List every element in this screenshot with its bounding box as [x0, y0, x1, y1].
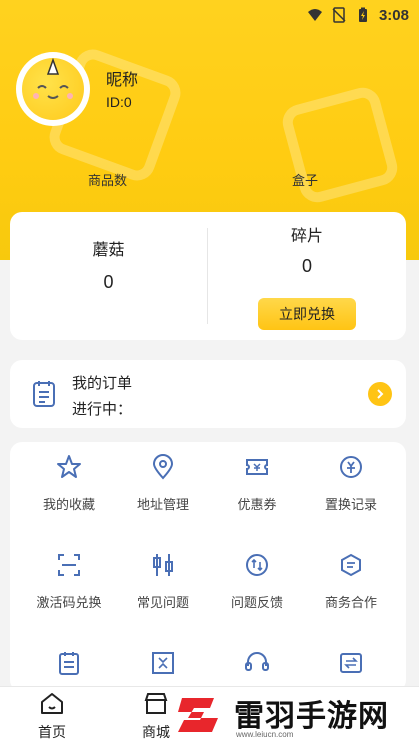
exchange-record-item[interactable]: 置换记录 — [304, 454, 398, 513]
swap-item[interactable] — [304, 650, 398, 676]
user-id: ID:0 — [106, 94, 132, 110]
business-item[interactable]: 商务合作 — [304, 552, 398, 611]
fragment-label: 碎片 — [290, 228, 323, 245]
business-label: 商务合作 — [324, 595, 377, 610]
nickname: 昵称 — [106, 72, 139, 89]
watermark-url: www.leiucn.com — [236, 730, 294, 739]
orders-status: 进行中： — [72, 401, 133, 418]
services-grid: 我的收藏 地址管理 优惠券 置换记录 激活码兑换 常见问题 问题反馈 商务合作 — [10, 442, 406, 692]
battery-icon — [358, 7, 367, 22]
grid-scan-item[interactable] — [116, 650, 210, 676]
feedback-label: 问题反馈 — [230, 595, 283, 610]
coupon-item[interactable]: 优惠券 — [210, 454, 304, 513]
coupon-label: 优惠券 — [237, 497, 277, 512]
watermark-logo-icon — [178, 698, 218, 732]
customer-service-item[interactable] — [210, 650, 304, 676]
favorites-item[interactable]: 我的收藏 — [22, 454, 116, 513]
exchange-record-label: 置换记录 — [324, 497, 377, 512]
box-count-label[interactable]: 盒子 — [292, 170, 318, 189]
address-item[interactable]: 地址管理 — [116, 454, 210, 513]
star-icon — [57, 455, 81, 478]
wallet-card: 蘑菇 0 碎片 0 立即兑换 — [10, 212, 406, 340]
clock: 3:08 — [378, 6, 409, 24]
grid-scan-icon — [152, 652, 174, 674]
tab-home-label: 首页 — [38, 724, 66, 740]
faq-item[interactable]: 常见问题 — [116, 552, 210, 611]
mascot-face-icon — [22, 57, 84, 120]
wifi-icon — [307, 9, 322, 21]
goods-count-label[interactable]: 商品数 — [88, 170, 127, 189]
watermark-text: 雷羽手游网 — [234, 699, 389, 734]
mushroom-label: 蘑菇 — [92, 242, 125, 259]
clipboard-item[interactable] — [22, 650, 116, 676]
avatar[interactable] — [16, 52, 90, 126]
location-pin-icon — [152, 454, 174, 480]
redeem-now-button[interactable]: 立即兑换 — [258, 298, 356, 330]
status-bar: 3:08 — [307, 4, 409, 26]
home-icon — [41, 693, 63, 714]
feedback-icon — [246, 554, 268, 576]
my-orders-card[interactable]: 我的订单 进行中： — [10, 360, 406, 428]
coupon-icon — [246, 459, 268, 475]
scan-code-icon — [58, 554, 80, 576]
site-watermark: 雷羽手游网 www.leiucn.com — [172, 682, 418, 744]
fragment-value: 0 — [301, 256, 312, 276]
order-list-icon — [33, 381, 55, 407]
address-label: 地址管理 — [136, 497, 189, 512]
business-icon — [341, 553, 361, 577]
question-list-icon — [153, 554, 173, 576]
tab-home[interactable]: 首页 — [22, 691, 82, 742]
mushroom-value: 0 — [103, 272, 114, 292]
favorites-label: 我的收藏 — [42, 497, 95, 512]
store-icon — [144, 693, 168, 714]
activation-code-item[interactable]: 激活码兑换 — [22, 552, 116, 611]
clipboard-icon — [59, 652, 79, 675]
activation-code-label: 激活码兑换 — [36, 595, 102, 610]
exchange-record-icon — [340, 456, 362, 478]
headset-icon — [245, 652, 269, 671]
chevron-right-icon[interactable] — [368, 382, 392, 406]
faq-label: 常见问题 — [136, 595, 189, 610]
orders-title: 我的订单 — [72, 375, 133, 392]
no-sim-icon — [332, 7, 346, 23]
feedback-item[interactable]: 问题反馈 — [210, 552, 304, 611]
swap-icon — [340, 653, 362, 673]
